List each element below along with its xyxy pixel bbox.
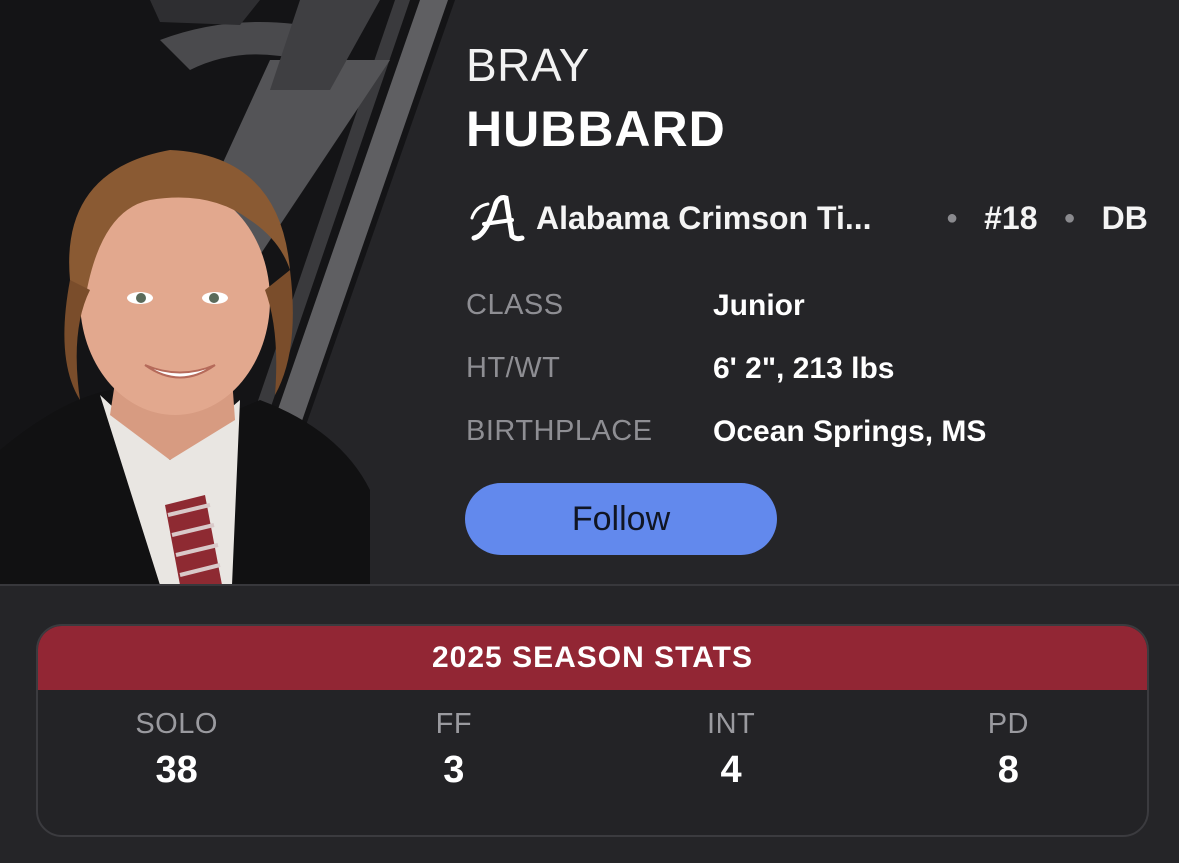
player-first-name: BRAY bbox=[466, 39, 590, 91]
bio-row-birthplace: BIRTHPLACE Ocean Springs, MS bbox=[466, 400, 1166, 463]
stat-value: 8 bbox=[997, 749, 1019, 791]
stat-value: 38 bbox=[155, 749, 198, 791]
bio-label: HT/WT bbox=[466, 352, 561, 384]
stat-label: FF bbox=[435, 708, 473, 740]
season-stats-title: 2025 SEASON STATS bbox=[38, 626, 1147, 690]
stat-label: INT bbox=[707, 708, 756, 740]
player-headshot bbox=[0, 150, 370, 585]
player-profile-page: BRAY HUBBARD Alabama Crimson Ti... ● #18… bbox=[0, 0, 1179, 863]
stat-label: PD bbox=[987, 708, 1030, 740]
bio-row-height-weight: HT/WT 6' 2", 213 lbs bbox=[466, 337, 1166, 400]
separator-dot: ● bbox=[946, 206, 959, 229]
bio-row-class: CLASS Junior bbox=[466, 274, 1166, 337]
section-divider bbox=[0, 584, 1179, 586]
bio-label: CLASS bbox=[466, 289, 564, 321]
stat-value: 3 bbox=[443, 749, 465, 791]
season-stats-card: 2025 SEASON STATS SOLO 38 FF 3 INT 4 PD … bbox=[36, 624, 1149, 837]
follow-button[interactable]: Follow bbox=[465, 483, 777, 555]
player-last-name: HUBBARD bbox=[466, 101, 726, 157]
bio-value: Junior bbox=[713, 288, 805, 322]
separator-dot: ● bbox=[1063, 206, 1076, 229]
player-position: DB bbox=[1101, 199, 1148, 236]
bio-value: Ocean Springs, MS bbox=[713, 414, 987, 448]
player-bio: CLASS Junior HT/WT 6' 2", 213 lbs BIRTHP… bbox=[466, 274, 1166, 463]
stat-solo: SOLO 38 bbox=[38, 708, 315, 835]
stat-pd: PD 8 bbox=[870, 708, 1147, 835]
stat-label: SOLO bbox=[135, 708, 218, 740]
stat-int: INT 4 bbox=[593, 708, 870, 835]
team-logo-icon[interactable] bbox=[466, 188, 526, 248]
jersey-number: #18 bbox=[984, 199, 1038, 236]
season-stats-row: SOLO 38 FF 3 INT 4 PD 8 bbox=[38, 690, 1147, 835]
stat-ff: FF 3 bbox=[315, 708, 592, 835]
team-info-row: Alabama Crimson Ti... ● #18 ● DB bbox=[466, 188, 1166, 248]
player-header: BRAY HUBBARD Alabama Crimson Ti... ● #18… bbox=[0, 0, 1179, 585]
team-name-link[interactable]: Alabama Crimson Ti... bbox=[536, 200, 920, 237]
stat-value: 4 bbox=[720, 749, 742, 791]
bio-label: BIRTHPLACE bbox=[466, 415, 653, 447]
bio-value: 6' 2", 213 lbs bbox=[713, 351, 895, 385]
